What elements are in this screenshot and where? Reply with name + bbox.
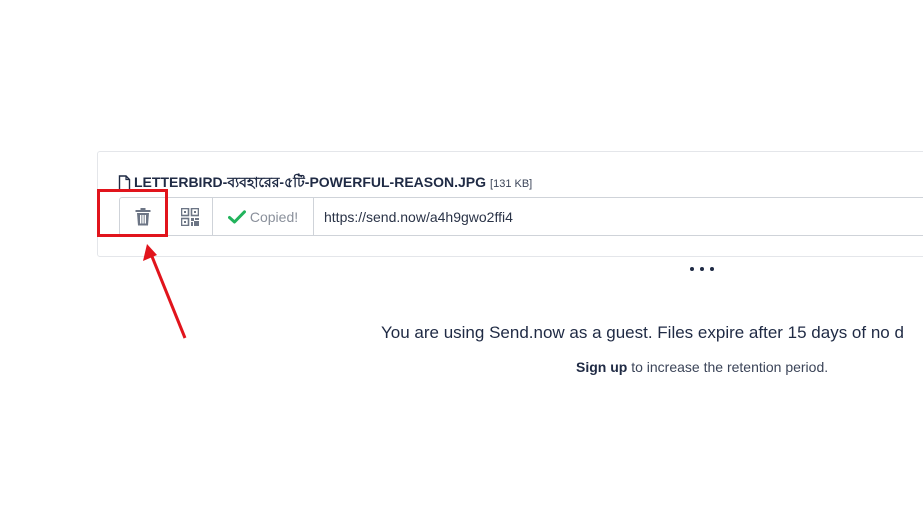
page: LETTERBIRD-ব্যবহারের-৫টি-POWERFUL-REASON… (0, 0, 923, 507)
more-dot (700, 267, 704, 271)
copy-link-button[interactable]: Copied! (213, 197, 314, 236)
signup-link[interactable]: Sign up (576, 359, 627, 375)
qr-code-icon (180, 207, 199, 226)
more-dot (710, 267, 714, 271)
file-size: [131 KB] (490, 178, 533, 190)
delete-button[interactable] (119, 197, 167, 236)
file-actions: Copied! (119, 197, 923, 237)
more-options-button[interactable] (690, 262, 714, 276)
more-dot (690, 267, 694, 271)
file-name: LETTERBIRD-ব্যবহারের-৫টি-POWERFUL-REASON… (134, 174, 487, 190)
uploaded-file-card: LETTERBIRD-ব্যবহারের-৫টি-POWERFUL-REASON… (97, 151, 923, 257)
guest-notice: You are using Send.now as a guest. Files… (381, 323, 904, 342)
signup-suffix: to increase the retention period. (627, 359, 829, 375)
copy-status-label: Copied! (249, 208, 299, 225)
check-icon (227, 209, 246, 223)
file-icon (118, 175, 131, 191)
qr-code-button[interactable] (167, 197, 213, 236)
trash-icon (135, 207, 151, 225)
share-link-field[interactable] (314, 197, 923, 236)
signup-line: Sign up to increase the retention period… (576, 359, 828, 375)
file-header: LETTERBIRD-ব্যবহারের-৫টি-POWERFUL-REASON… (118, 171, 532, 195)
